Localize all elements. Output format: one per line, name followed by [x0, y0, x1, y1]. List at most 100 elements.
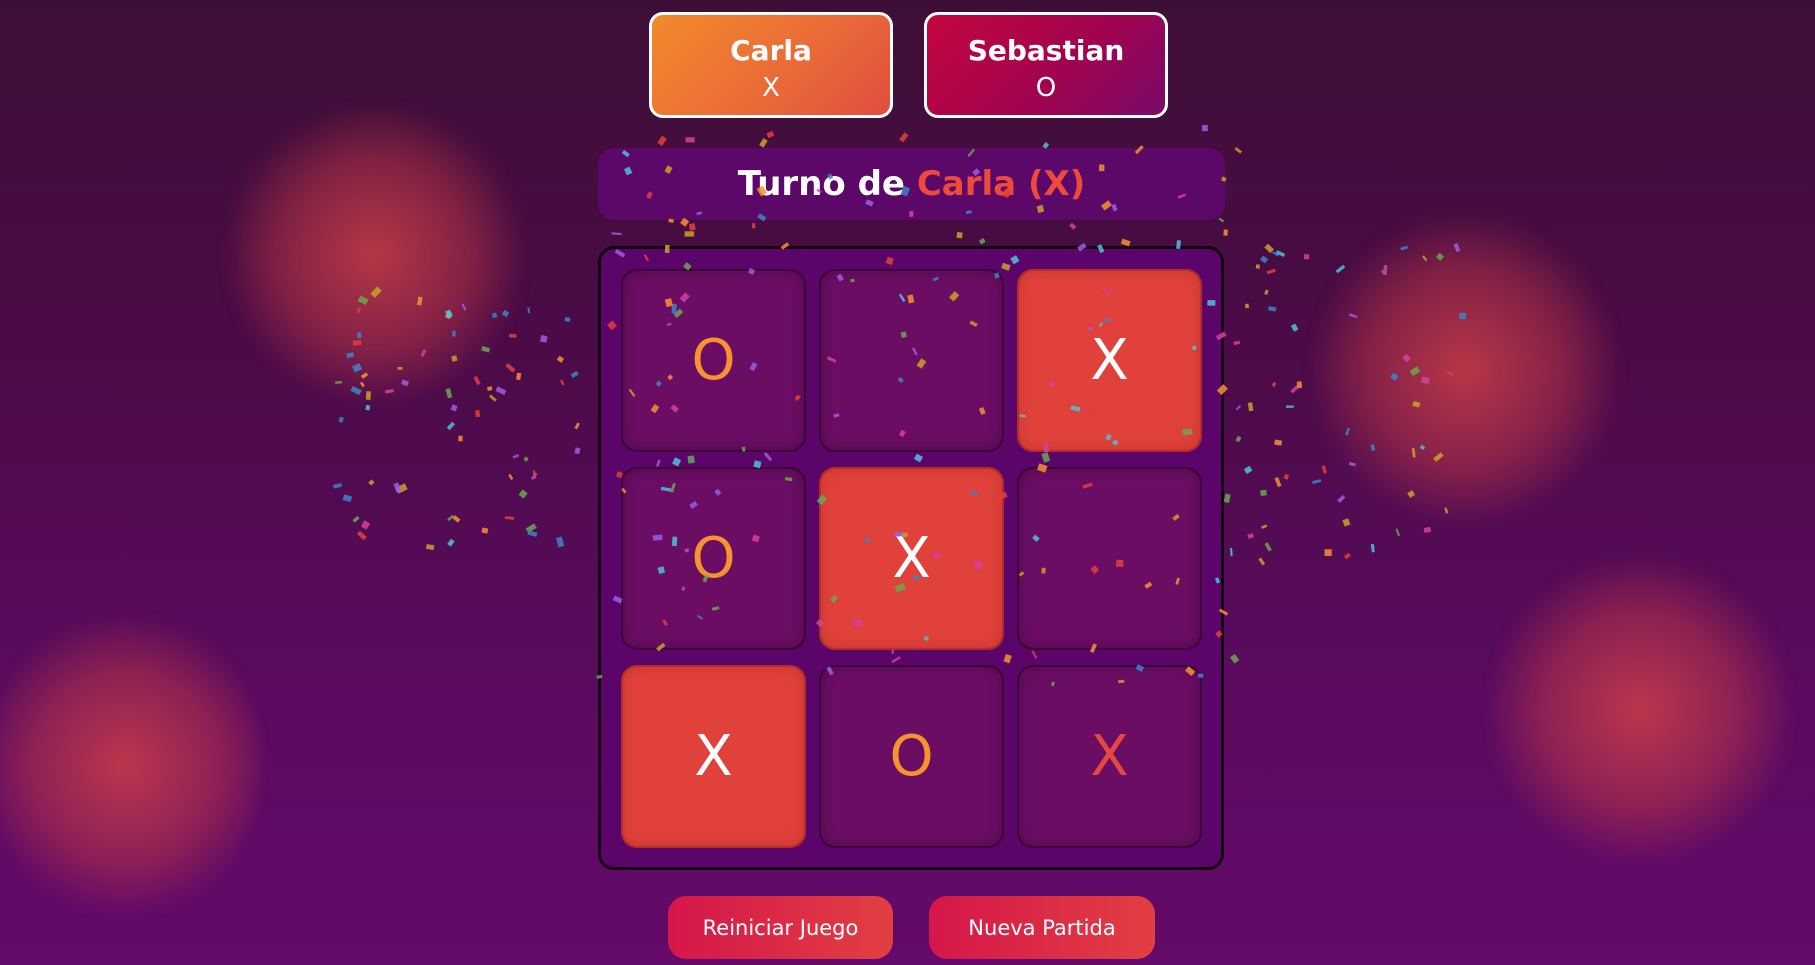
- confetti-piece: [1233, 340, 1241, 346]
- confetti-piece: [481, 527, 489, 534]
- confetti-piece: [560, 379, 565, 386]
- cell-mark: O: [691, 526, 736, 591]
- confetti-piece: [525, 523, 537, 533]
- confetti-piece: [481, 345, 491, 353]
- confetti-piece: [1264, 542, 1272, 552]
- confetti-piece: [1459, 312, 1467, 320]
- game-board: O X O X X O X: [598, 246, 1224, 870]
- confetti-piece: [1283, 473, 1290, 480]
- confetti-piece: [1274, 439, 1283, 446]
- confetti-piece: [1266, 268, 1276, 275]
- confetti-piece: [1342, 518, 1351, 527]
- cell-mark: X: [1090, 724, 1129, 789]
- confetti-piece: [342, 494, 353, 503]
- confetti-piece: [360, 372, 369, 379]
- confetti-piece: [357, 332, 362, 338]
- confetti-piece: [1247, 402, 1254, 412]
- confetti-piece: [1260, 489, 1267, 496]
- confetti-piece: [1261, 524, 1268, 529]
- confetti-piece: [350, 385, 362, 396]
- confetti-piece: [1286, 405, 1294, 408]
- background-glow: [1490, 555, 1790, 865]
- cell-mark: X: [694, 724, 733, 789]
- confetti-piece: [501, 309, 510, 318]
- confetti-piece: [450, 404, 458, 412]
- confetti-piece: [1274, 476, 1282, 488]
- confetti-piece: [1235, 404, 1242, 411]
- confetti-piece: [564, 317, 571, 322]
- confetti-piece: [447, 514, 455, 521]
- reset-game-button[interactable]: Reiniciar Juego: [668, 896, 893, 959]
- confetti-piece: [1230, 547, 1233, 557]
- cell-mark: O: [691, 328, 736, 393]
- board-cell-8[interactable]: X: [1017, 665, 1202, 848]
- confetti-piece: [512, 453, 520, 459]
- confetti-piece: [393, 482, 402, 493]
- board-cell-1[interactable]: [819, 269, 1004, 452]
- turn-player: Carla (X): [916, 164, 1086, 204]
- confetti-piece: [527, 530, 538, 537]
- board-cell-3[interactable]: O: [621, 467, 806, 650]
- confetti-piece: [556, 355, 565, 363]
- confetti-piece: [504, 516, 515, 520]
- confetti-piece: [444, 311, 453, 320]
- confetti-piece: [1235, 435, 1242, 443]
- confetti-piece: [611, 232, 622, 236]
- board-cell-7[interactable]: O: [819, 665, 1004, 848]
- confetti-piece: [1422, 255, 1428, 262]
- confetti-piece: [685, 137, 695, 143]
- confetti-piece: [1411, 447, 1416, 458]
- confetti-piece: [751, 223, 756, 229]
- background-glow: [1310, 215, 1620, 525]
- confetti-piece: [1446, 370, 1454, 377]
- confetti-piece: [570, 370, 579, 378]
- confetti-piece: [1230, 654, 1240, 664]
- confetti-piece: [1223, 229, 1228, 236]
- cell-mark: X: [1090, 328, 1129, 393]
- confetti-piece: [473, 375, 481, 386]
- confetti-piece: [420, 349, 427, 357]
- confetti-piece: [1370, 444, 1376, 452]
- confetti-piece: [1312, 479, 1322, 485]
- confetti-piece: [1380, 269, 1386, 276]
- player-1-name: Carla: [730, 34, 812, 67]
- board-cell-5[interactable]: [1017, 467, 1202, 650]
- confetti-piece: [368, 479, 375, 486]
- confetti-piece: [451, 355, 458, 362]
- confetti-piece: [508, 473, 514, 480]
- new-game-button[interactable]: Nueva Partida: [929, 896, 1155, 959]
- confetti-piece: [445, 309, 453, 319]
- confetti-piece: [1321, 465, 1327, 474]
- board-cell-4[interactable]: X: [819, 467, 1004, 650]
- confetti-piece: [1264, 289, 1269, 296]
- board-cell-2[interactable]: X: [1017, 269, 1202, 452]
- confetti-piece: [532, 470, 537, 479]
- confetti-piece: [527, 307, 531, 314]
- confetti-piece: [516, 372, 522, 381]
- confetti-piece: [397, 367, 403, 370]
- confetti-piece: [1395, 528, 1401, 537]
- confetti-piece: [1337, 494, 1346, 503]
- game-screen: Carla X Sebastian O Turno de Carla (X) O…: [0, 0, 1815, 965]
- player-card-2: Sebastian O: [924, 12, 1168, 118]
- confetti-piece: [1223, 493, 1231, 504]
- confetti-piece: [523, 456, 529, 462]
- confetti-piece: [475, 410, 481, 418]
- confetti-piece: [385, 389, 394, 394]
- board-cell-6[interactable]: X: [621, 665, 806, 848]
- confetti-piece: [395, 483, 408, 494]
- confetti-piece: [1296, 381, 1303, 389]
- confetti-piece: [1243, 465, 1253, 475]
- confetti-piece: [452, 330, 456, 337]
- board-cell-0[interactable]: O: [621, 269, 806, 452]
- player-2-mark: O: [1035, 73, 1057, 103]
- confetti-piece: [1324, 549, 1332, 556]
- background-glow: [0, 605, 260, 925]
- turn-prefix: Turno de: [737, 164, 905, 204]
- confetti-piece: [1453, 243, 1461, 253]
- confetti-piece: [356, 307, 361, 314]
- confetti-piece: [689, 223, 696, 231]
- confetti-piece: [539, 335, 548, 343]
- confetti-piece: [370, 286, 382, 298]
- confetti-piece: [357, 295, 369, 306]
